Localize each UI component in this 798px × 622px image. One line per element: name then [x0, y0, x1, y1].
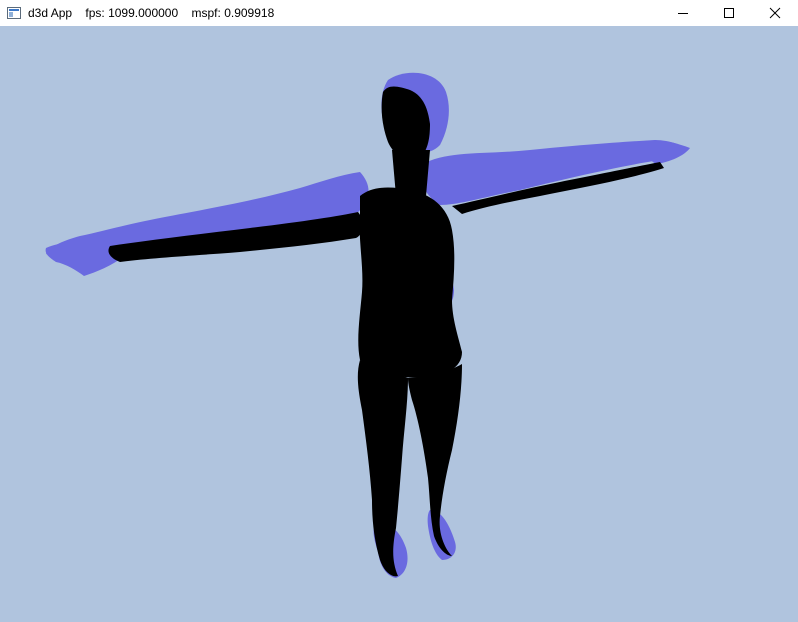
close-button[interactable]	[752, 0, 798, 26]
maximize-button[interactable]	[706, 0, 752, 26]
window-controls	[660, 0, 798, 26]
window-title: d3d App fps: 1099.000000 mspf: 0.909918	[28, 6, 275, 20]
minimize-icon	[678, 13, 688, 14]
d3d-app-window: d3d App fps: 1099.000000 mspf: 0.909918	[0, 0, 798, 622]
torso-shadow	[358, 187, 462, 378]
title-bar[interactable]: d3d App fps: 1099.000000 mspf: 0.909918	[0, 0, 798, 26]
minimize-button[interactable]	[660, 0, 706, 26]
scene-svg	[0, 26, 798, 622]
close-icon	[769, 7, 781, 19]
window-app-icon[interactable]	[7, 7, 21, 19]
maximize-icon	[724, 8, 734, 18]
render-viewport[interactable]	[0, 26, 798, 622]
